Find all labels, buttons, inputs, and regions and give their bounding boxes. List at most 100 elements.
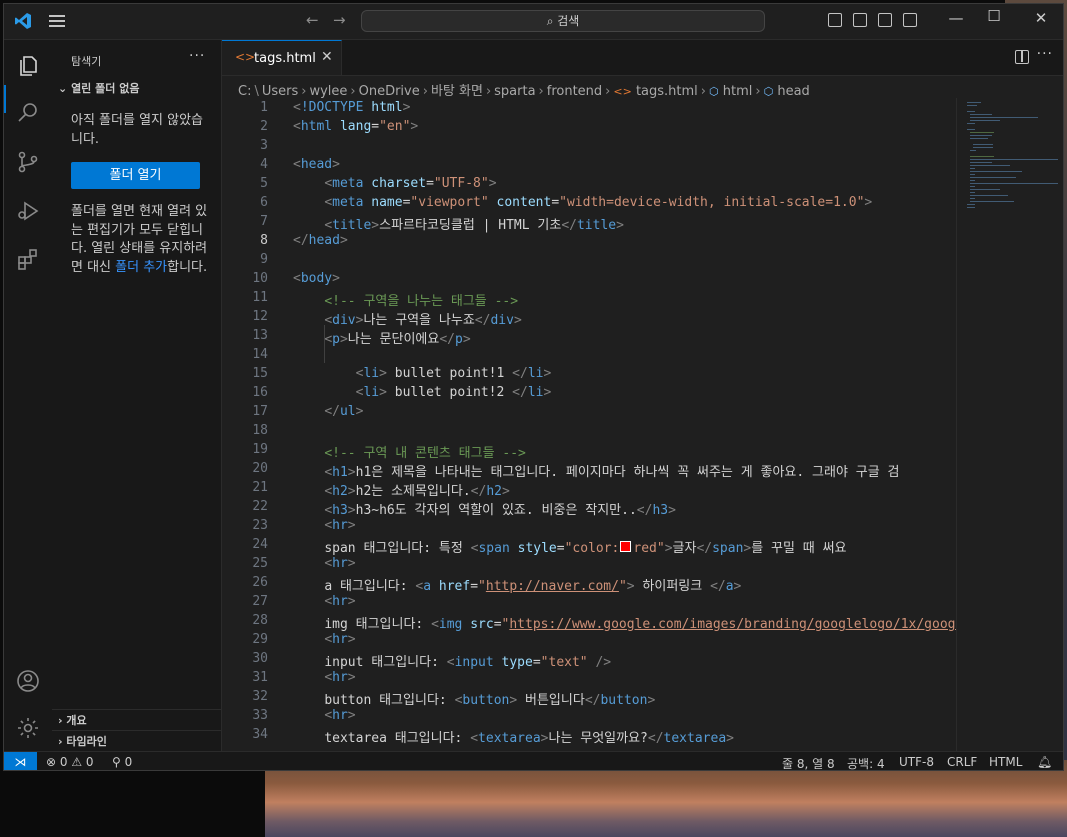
- extensions-icon[interactable]: [16, 247, 40, 271]
- line-number: 5: [260, 176, 268, 191]
- code-line: img 태그입니다: <img src="https://www.google.…: [324, 617, 956, 632]
- notifications-bell-icon[interactable]: 🔔︎: [1037, 755, 1052, 769]
- element-cube-icon: ⬡: [709, 85, 719, 98]
- minimap[interactable]: [956, 98, 1063, 751]
- source-control-icon[interactable]: [16, 150, 40, 174]
- indentation[interactable]: 공백: 4: [847, 755, 885, 770]
- cursor-position[interactable]: 줄 8, 열 8: [782, 755, 835, 770]
- line-number: 11: [252, 290, 268, 305]
- html-file-icon: <>: [613, 85, 632, 98]
- explorer-sidebar: 탐색기 ··· ⌄ 열린 폴더 없음 아직 폴더를 열지 않았습니다. 폴더 열…: [52, 40, 222, 751]
- ports-indicator[interactable]: ⚲ 0: [112, 755, 132, 769]
- line-number: 13: [252, 328, 268, 343]
- close-window-button[interactable]: ✕: [1026, 9, 1056, 27]
- open-folder-hint: 폴더를 열면 현재 열려 있는 편집기가 모두 닫힙니다. 열린 상태를 유지하…: [71, 204, 208, 275]
- code-line: <h1>h1은 제목을 나타내는 태그입니다. 페이지마다 하나씩 꼭 써주는 …: [324, 465, 900, 480]
- line-number: 4: [260, 157, 268, 172]
- desktop-wallpaper: [265, 760, 1067, 837]
- vscode-logo-icon: [15, 13, 31, 29]
- element-cube-icon: ⬡: [763, 85, 774, 98]
- toggle-primary-sidebar-icon[interactable]: [828, 13, 842, 27]
- toggle-panel-icon[interactable]: [853, 13, 867, 27]
- line-number: 16: [252, 385, 268, 400]
- status-bar: ⋊ ⊗ 0 ⚠ 0 ⚲ 0 줄 8, 열 8 공백: 4 UTF-8 CRLF …: [4, 751, 1063, 770]
- code-line: a 태그입니다: <a href="http://naver.com/"> 하이…: [324, 579, 742, 594]
- broadcast-icon: ⚲: [112, 755, 121, 769]
- line-number: 9: [260, 252, 268, 267]
- command-center-search[interactable]: ⌕ 검색: [361, 10, 765, 32]
- maximize-button[interactable]: ☐: [979, 7, 1009, 25]
- code-line: <div>나는 구역을 나누죠</div>: [324, 313, 522, 328]
- split-editor-icon[interactable]: [1015, 50, 1029, 64]
- settings-gear-icon[interactable]: [16, 716, 40, 740]
- line-number: 27: [252, 594, 268, 609]
- chevron-right-icon: ›: [58, 735, 63, 748]
- line-number: 15: [252, 366, 268, 381]
- code-line: <hr>: [324, 518, 356, 533]
- explorer-icon[interactable]: [16, 54, 40, 78]
- color-swatch[interactable]: [620, 541, 632, 552]
- line-number: 6: [260, 195, 268, 210]
- code-line: <hr>: [324, 708, 356, 723]
- encoding[interactable]: UTF-8: [899, 755, 934, 769]
- search-icon[interactable]: [16, 101, 40, 125]
- code-line: <hr>: [324, 670, 356, 685]
- code-line: <hr>: [324, 632, 356, 647]
- menu-icon[interactable]: [49, 15, 65, 27]
- no-folder-message: 아직 폴더를 열지 않았습니다.: [71, 113, 203, 147]
- timeline-section[interactable]: › 타임라인: [52, 730, 221, 751]
- line-number: 22: [252, 499, 268, 514]
- code-editor[interactable]: 1 2 3 4 5 6 7 8 9 10 11 12 13 14 15 16 1…: [222, 98, 956, 751]
- minimize-button[interactable]: —: [941, 9, 971, 27]
- open-folder-button[interactable]: 폴더 열기: [71, 162, 200, 189]
- run-debug-icon[interactable]: [16, 199, 40, 223]
- line-number: 31: [252, 670, 268, 685]
- line-number: 17: [252, 404, 268, 419]
- code-line: <h2>h2는 소제목입니다.</h2>: [324, 484, 510, 499]
- problems-indicator[interactable]: ⊗ 0 ⚠ 0: [46, 755, 94, 769]
- outline-section[interactable]: › 개요: [52, 709, 221, 730]
- line-number: 34: [252, 727, 268, 742]
- account-icon[interactable]: [16, 669, 40, 693]
- tab-tags-html[interactable]: <> tags.html ✕: [222, 40, 342, 75]
- editor-more-actions-icon[interactable]: ···: [1037, 46, 1053, 62]
- line-number: 20: [252, 461, 268, 476]
- forward-arrow-icon[interactable]: →: [333, 11, 346, 29]
- add-folder-link[interactable]: 폴더 추가: [115, 260, 167, 275]
- line-number: 2: [260, 119, 268, 134]
- vscode-window: ← → ⌕ 검색 — ☐ ✕ 탐색기 ··· ⌄ 열린 폴더 없음 아직 폴더를…: [3, 3, 1064, 771]
- tab-label: tags.html: [254, 51, 316, 66]
- line-number: 33: [252, 708, 268, 723]
- code-line: <!-- 구역 내 콘텐츠 태그들 -->: [324, 446, 526, 461]
- end-of-line[interactable]: CRLF: [947, 755, 977, 769]
- code-line: <!DOCTYPE html>: [293, 100, 411, 115]
- title-bar: ← → ⌕ 검색 — ☐ ✕: [4, 4, 1063, 40]
- line-number: 10: [252, 271, 268, 286]
- code-line: <meta charset="UTF-8">: [324, 176, 497, 191]
- language-mode[interactable]: HTML: [989, 755, 1022, 769]
- code-line: <li> bullet point!2 </li>: [355, 385, 552, 400]
- customize-layout-icon[interactable]: [903, 13, 917, 27]
- toggle-secondary-sidebar-icon[interactable]: [878, 13, 892, 27]
- back-arrow-icon[interactable]: ←: [306, 11, 319, 29]
- more-actions-icon[interactable]: ···: [189, 48, 205, 64]
- code-line: <li> bullet point!1 </li>: [355, 366, 552, 381]
- sidebar-title: 탐색기: [71, 55, 102, 68]
- code-line: <p>나는 문단이에요</p>: [324, 332, 471, 347]
- chevron-right-icon: ›: [58, 714, 63, 727]
- line-number: 28: [252, 613, 268, 628]
- code-line: textarea 태그입니다: <textarea>나는 무엇일까요?</tex…: [324, 731, 734, 746]
- remote-indicator-icon[interactable]: ⋊: [4, 752, 37, 770]
- close-tab-icon[interactable]: ✕: [321, 49, 333, 65]
- no-folder-section[interactable]: ⌄ 열린 폴더 없음: [58, 80, 139, 96]
- line-number: 23: [252, 518, 268, 533]
- code-line: <title>스파르타코딩클럽 | HTML 기초</title>: [324, 218, 624, 233]
- line-number: 32: [252, 689, 268, 704]
- code-line: button 태그입니다: <button> 버튼입니다</button>: [324, 693, 656, 708]
- line-number: 21: [252, 480, 268, 495]
- code-line: <body>: [293, 271, 340, 286]
- code-line: </ul>: [324, 404, 364, 419]
- line-number: 14: [252, 347, 268, 362]
- line-number: 25: [252, 556, 268, 571]
- line-number: 3: [260, 138, 268, 153]
